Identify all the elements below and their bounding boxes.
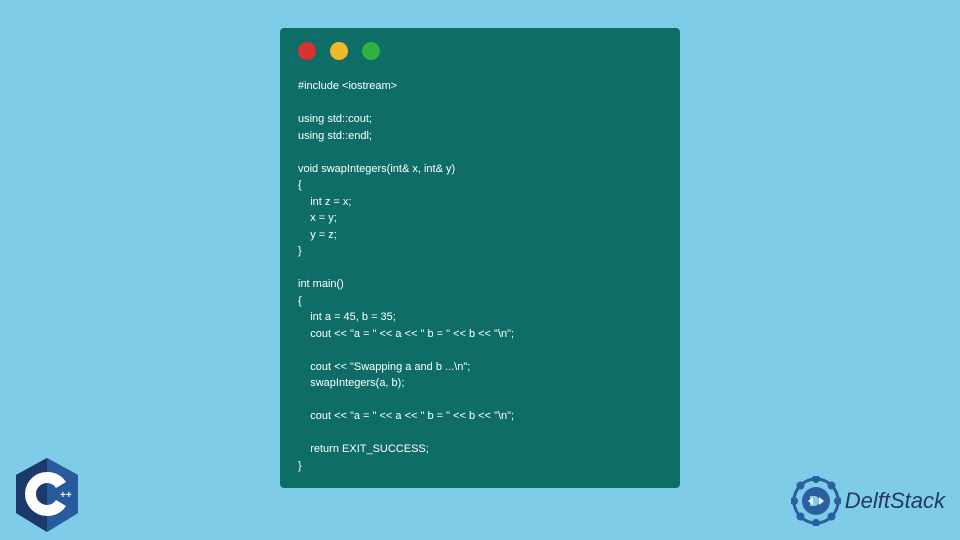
delftstack-gear-icon [791,476,841,526]
minimize-icon [330,42,348,60]
delftstack-logo: DelftStack [791,476,945,526]
delftstack-brand-text: DelftStack [845,488,945,514]
code-content: #include <iostream> using std::cout; usi… [298,78,662,474]
svg-text:++: ++ [60,490,72,501]
maximize-icon [362,42,380,60]
close-icon [298,42,316,60]
window-controls [298,42,662,60]
code-window: #include <iostream> using std::cout; usi… [280,28,680,488]
cpp-logo-icon: ++ [12,456,82,534]
